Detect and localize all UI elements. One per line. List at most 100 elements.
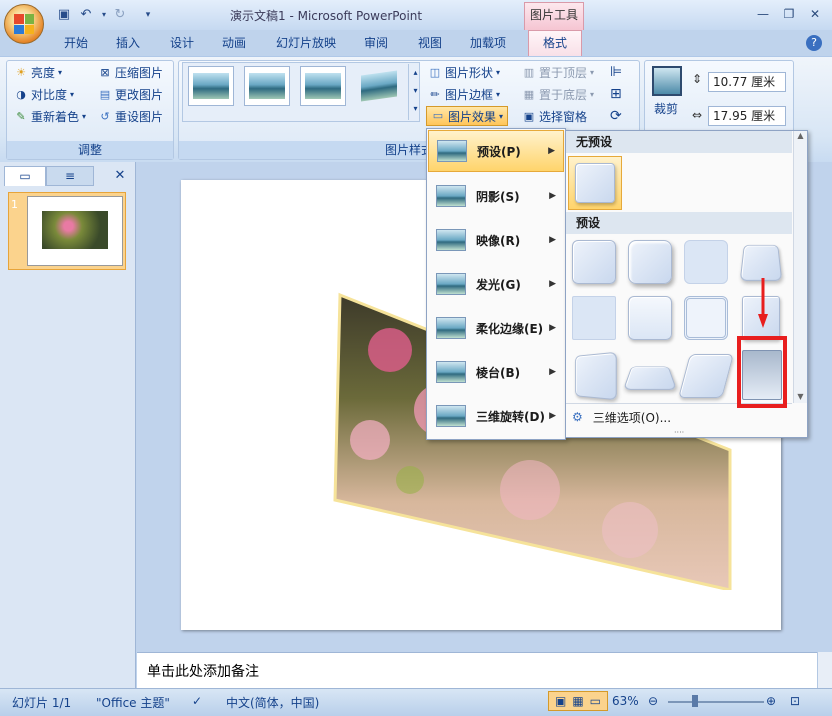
close-pane-icon[interactable]: ✕ (112, 166, 128, 186)
help-icon[interactable]: ? (806, 35, 822, 51)
preset-10[interactable] (622, 366, 678, 390)
office-button[interactable] (4, 4, 44, 44)
menu-item-glow[interactable]: 发光(G) ▶ (428, 263, 564, 305)
submenu-arrow-icon: ▶ (549, 235, 556, 245)
tab-format[interactable]: 格式 (528, 30, 582, 57)
preset-1[interactable] (572, 240, 616, 284)
fit-to-window-icon[interactable]: ⊡ (790, 694, 800, 708)
height-icon: ⇕ (692, 72, 703, 86)
contrast-button[interactable]: ◑ 对比度 ▾ (14, 86, 74, 103)
picture-effects-button[interactable]: ▭ 图片效果 ▾ (426, 106, 509, 126)
picture-style-2[interactable] (244, 66, 290, 106)
zoom-slider[interactable] (668, 701, 764, 703)
contrast-label: 对比度 (31, 88, 68, 102)
preset-9[interactable] (575, 351, 617, 401)
brightness-button[interactable]: ☀ 亮度 ▾ (14, 64, 62, 81)
minimize-icon[interactable]: — (754, 6, 772, 22)
preset-label: 预设(P) (477, 144, 521, 159)
submenu-arrow-icon: ▶ (549, 191, 556, 201)
compress-pictures-button[interactable]: ⊠ 压缩图片 (98, 64, 163, 81)
menu-item-shadow[interactable]: 阴影(S) ▶ (428, 175, 564, 217)
crop-label[interactable]: 裁剪 (654, 100, 678, 117)
adjust-group-label: 调整 (7, 141, 173, 159)
crop-icon[interactable] (652, 66, 682, 96)
zoom-slider-thumb[interactable] (692, 695, 698, 707)
sun-icon: ☀ (16, 65, 26, 79)
reset-picture-icon: ↺ (100, 109, 110, 123)
align-icon[interactable]: ⊫ (610, 64, 622, 80)
slides-tab[interactable]: ▭ (4, 166, 46, 186)
picture-border-button[interactable]: ✏ 图片边框 ▾ (428, 86, 500, 103)
slide-count: 幻灯片 1/1 (12, 696, 72, 710)
picture-style-1[interactable] (188, 66, 234, 106)
menu-item-3d-rotation[interactable]: 三维旋转(D) ▶ (428, 395, 564, 437)
width-icon: ⇔ (692, 108, 703, 122)
3d-options-icon: ⚙ (572, 410, 583, 424)
undo-icon[interactable]: ↶ (78, 7, 94, 23)
preset-header: 预设 (566, 212, 792, 234)
tab-view[interactable]: 视图 (418, 34, 442, 51)
restore-icon[interactable]: ❐ (780, 6, 798, 22)
rotate-icon[interactable]: ⟳ (610, 108, 622, 124)
close-icon[interactable]: ✕ (806, 6, 824, 22)
notes-scrollbar[interactable] (817, 652, 832, 688)
menu-item-reflection[interactable]: 映像(R) ▶ (428, 219, 564, 261)
view-buttons[interactable]: ▣ ▦ ▭ (548, 691, 608, 711)
change-picture-button[interactable]: ▤ 更改图片 (98, 86, 163, 103)
tab-animations[interactable]: 动画 (222, 34, 246, 51)
normal-view-icon[interactable]: ▣ (555, 694, 566, 708)
undo-dropdown-icon[interactable]: ▾ (96, 7, 112, 23)
customize-qat-icon[interactable]: ▾ (140, 7, 156, 23)
save-icon[interactable]: ▣ (56, 7, 72, 23)
pencil-icon: ✏ (430, 87, 440, 101)
picture-style-3[interactable] (300, 66, 346, 106)
width-input[interactable]: 17.95 厘米 (708, 106, 786, 126)
reflection-thumb-icon (436, 229, 466, 251)
compress-icon: ⊠ (100, 65, 110, 79)
tab-review[interactable]: 审阅 (364, 34, 388, 51)
height-input[interactable]: 10.77 厘米 (708, 72, 786, 92)
preset-5[interactable] (572, 296, 616, 340)
outline-tab[interactable]: ≡ (46, 166, 94, 186)
zoom-out-icon[interactable]: ⊖ (648, 694, 658, 708)
selection-pane-button[interactable]: ▣ 选择窗格 (522, 108, 587, 125)
contrast-icon: ◑ (16, 87, 26, 101)
redo-icon[interactable]: ↻ (112, 7, 128, 23)
outline-tab-icon: ≡ (64, 169, 76, 183)
scroll-up-icon[interactable]: ▲ (794, 131, 807, 140)
bring-front-icon: ▥ (523, 65, 535, 79)
gallery-scroll-buttons[interactable]: ▴ ▾ ▾ (408, 64, 422, 120)
tab-home[interactable]: 开始 (64, 34, 88, 51)
tab-addins[interactable]: 加载项 (470, 34, 506, 51)
slideshow-view-icon[interactable]: ▭ (590, 694, 601, 708)
picture-style-4[interactable] (356, 66, 402, 106)
preset-scrollbar[interactable]: ▲ ▼ (793, 131, 807, 403)
language[interactable]: 中文(简体，中国) (226, 694, 319, 711)
tab-design[interactable]: 设计 (170, 34, 194, 51)
tab-insert[interactable]: 插入 (116, 34, 140, 51)
preset-2[interactable] (628, 240, 672, 284)
zoom-level[interactable]: 63% (612, 694, 639, 708)
preset-4[interactable] (739, 244, 783, 282)
send-to-back-button[interactable]: ▦ 置于底层 ▾ (522, 86, 594, 103)
zoom-in-icon[interactable]: ⊕ (766, 694, 776, 708)
spellcheck-icon[interactable]: ✓ (192, 694, 202, 708)
sorter-view-icon[interactable]: ▦ (572, 694, 583, 708)
resize-grip-icon[interactable]: ···· (674, 428, 684, 437)
bring-to-front-button[interactable]: ▥ 置于顶层 ▾ (522, 64, 594, 81)
preset-3[interactable] (684, 240, 728, 284)
preset-none[interactable] (568, 156, 622, 210)
group-icon[interactable]: ⊞ (610, 86, 622, 102)
tab-slideshow[interactable]: 幻灯片放映 (276, 34, 336, 51)
preset-7[interactable] (684, 296, 728, 340)
recolor-button[interactable]: ✎ 重新着色 ▾ (14, 108, 86, 125)
reset-picture-button[interactable]: ↺ 重设图片 (98, 108, 163, 125)
preset-6[interactable] (628, 296, 672, 340)
notes-pane[interactable]: 单击此处添加备注 (137, 652, 817, 688)
menu-item-bevel[interactable]: 棱台(B) ▶ (428, 351, 564, 393)
picture-shape-button[interactable]: ◫ 图片形状 ▾ (428, 64, 500, 81)
scroll-down-icon[interactable]: ▼ (794, 392, 807, 401)
submenu-arrow-icon: ▶ (548, 146, 555, 156)
menu-item-preset[interactable]: 预设(P) ▶ (428, 130, 564, 172)
menu-item-soft-edges[interactable]: 柔化边缘(E) ▶ (428, 307, 564, 349)
